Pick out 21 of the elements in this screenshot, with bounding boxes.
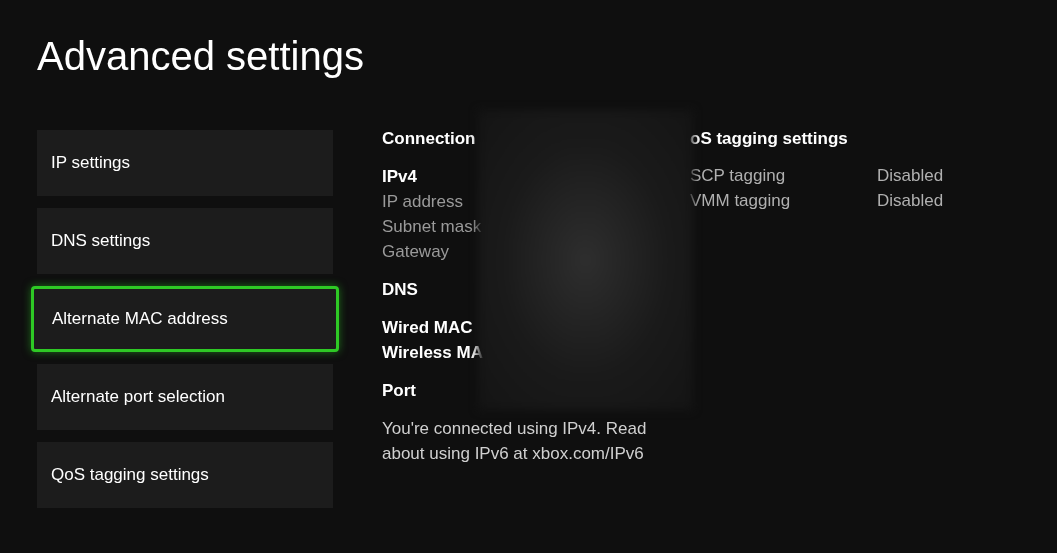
menu-item[interactable]: Alternate MAC address	[31, 286, 339, 352]
menu-item[interactable]: IP settings	[37, 130, 333, 196]
section-heading: Wired MAC	[382, 317, 474, 339]
section-heading: DNS	[382, 279, 419, 301]
section-heading: Port	[382, 380, 417, 402]
menu-item[interactable]: QoS tagging settings	[37, 442, 333, 508]
detail-label: IP address	[382, 191, 464, 213]
menu-item[interactable]: DNS settings	[37, 208, 333, 274]
setting-label: SCP tagging	[690, 165, 787, 187]
section-heading: oS tagging settings	[690, 128, 849, 150]
page-title: Advanced settings	[37, 36, 364, 76]
setting-value: Disabled	[877, 190, 944, 212]
setting-value: Disabled	[877, 165, 944, 187]
menu-item[interactable]: Alternate port selection	[37, 364, 333, 430]
info-text: You're connected using IPv4. Read about using IPv6 at xbox.com/IPv6	[382, 418, 648, 465]
section-heading: Connection	[382, 128, 477, 150]
detail-label: Gateway	[382, 241, 451, 263]
setting-label: VMM tagging	[690, 190, 792, 212]
section-heading: Wireless MA	[382, 342, 484, 364]
section-heading: IPv4	[382, 166, 418, 188]
detail-label: Subnet mask	[382, 216, 483, 238]
